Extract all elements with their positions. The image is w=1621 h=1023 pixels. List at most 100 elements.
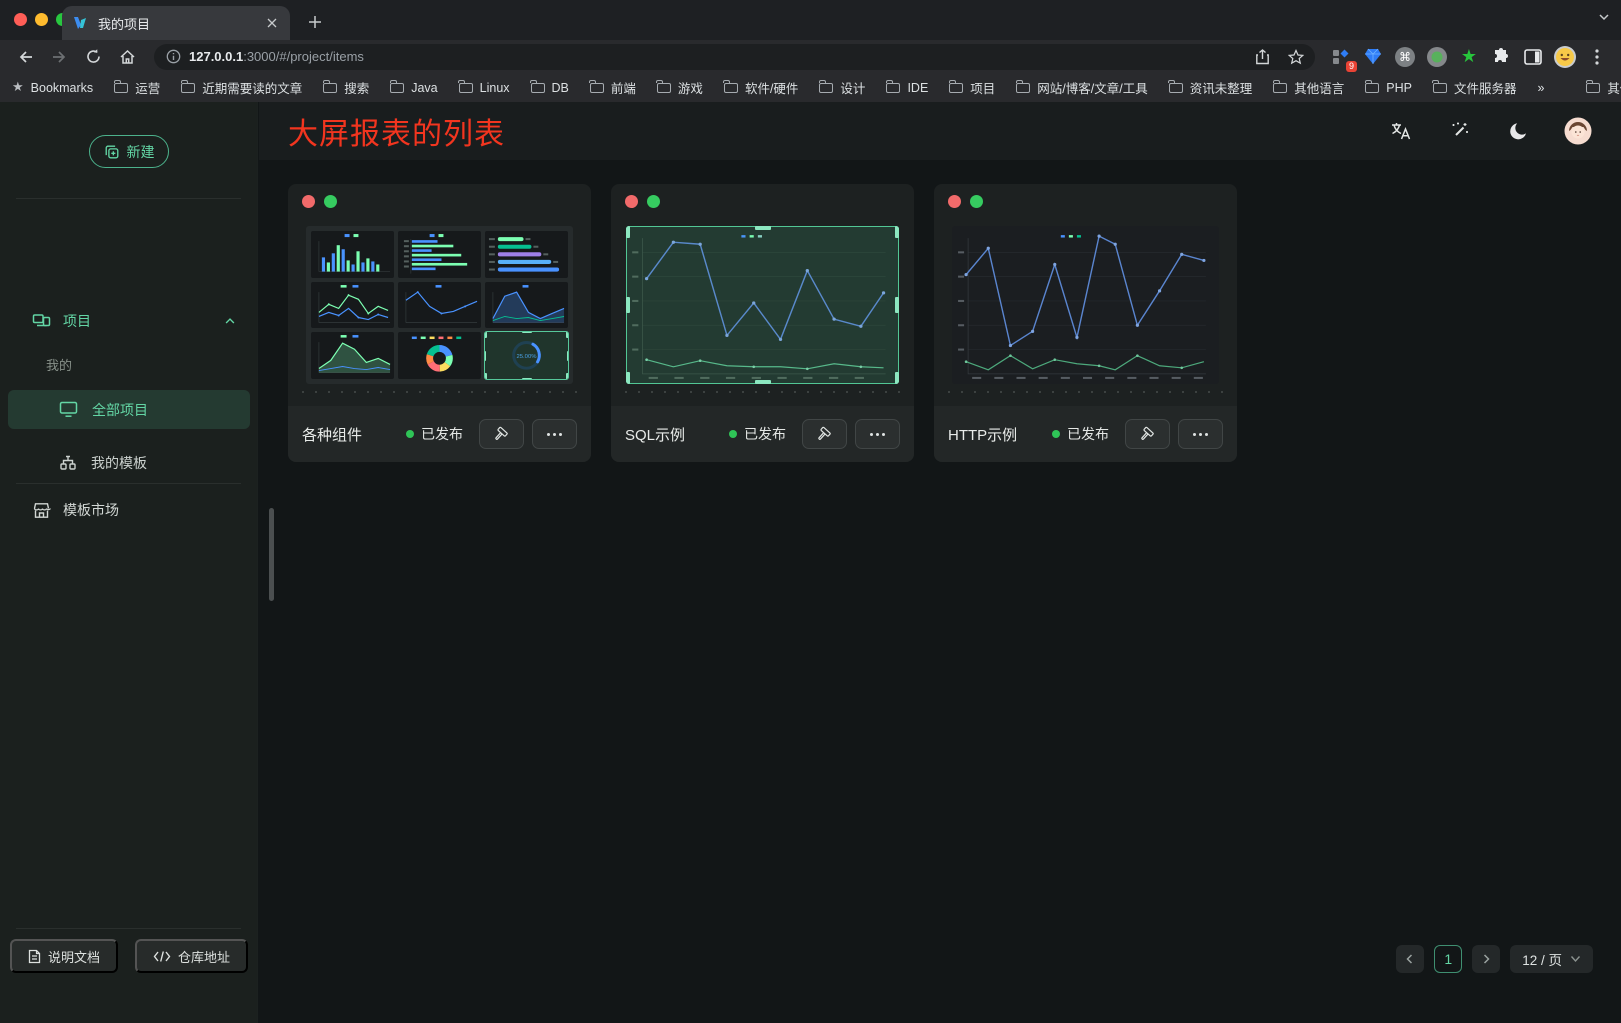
extension-green-star-icon[interactable]: ★ [1457,45,1481,69]
bookmark-label: 项目 [970,78,995,97]
back-icon[interactable] [12,44,38,70]
forward-icon[interactable] [46,44,72,70]
card-window-dots [948,195,983,208]
sidebar-item-template-market[interactable]: 模板市场 [0,492,258,528]
extensions-puzzle-icon[interactable] [1489,45,1513,69]
selection-handle [626,297,630,313]
project-icon [32,313,51,330]
side-panel-icon[interactable] [1521,45,1545,69]
reload-icon[interactable] [80,44,106,70]
next-page-button[interactable] [1472,945,1500,973]
site-favicon [72,16,89,31]
project-thumbnail[interactable]: 25.00% [306,226,573,384]
site-info-icon[interactable] [166,49,181,64]
bookmark-folder[interactable]: Linux [459,81,510,95]
ellipsis-icon [1193,433,1208,436]
edit-hammer-button[interactable] [1125,419,1170,449]
user-avatar[interactable] [1564,117,1592,145]
bookmark-folder[interactable]: 搜索 [323,78,369,97]
browser-tab[interactable]: 我的项目 [62,6,290,40]
home-icon[interactable] [114,44,140,70]
bookmark-folder[interactable]: 其他语言 [1273,78,1344,97]
project-card[interactable]: HTTP示例 已发布 [934,184,1237,462]
dark-mode-moon-icon[interactable] [1505,117,1533,145]
bookmark-folder[interactable]: 运营 [114,78,160,97]
mini-line-chart [398,282,481,329]
selection-handle [626,372,630,384]
sidebar-item-all-projects[interactable]: 全部项目 [8,390,250,429]
bookmark-folder[interactable]: PHP [1365,81,1412,95]
project-thumbnail[interactable] [626,226,899,384]
sidebar-group-projects[interactable]: 项目 [0,305,257,337]
goview-app: 新建 项目 我的 全 [0,102,1621,1023]
bookmark-label: 近期需要读的文章 [202,78,302,97]
more-actions-button[interactable] [532,419,577,449]
bookmark-folder[interactable]: 文件服务器 [1433,78,1517,97]
sidebar-item-my-templates[interactable]: 我的模板 [8,443,250,482]
folder-icon [590,83,604,93]
prev-page-button[interactable] [1396,945,1424,973]
folder-icon [1016,83,1030,93]
bookmark-label: Java [411,81,437,95]
repo-button-label: 仓库地址 [178,947,230,966]
extension-record-icon[interactable] [1425,45,1449,69]
folder-icon [657,83,671,93]
docs-button[interactable]: 说明文档 [10,939,118,973]
bookmark-folder[interactable]: 前端 [590,78,636,97]
edit-hammer-button[interactable] [802,419,847,449]
chevron-up-icon[interactable] [223,314,237,328]
browser-toolbar: 127.0.0.1:3000/#/project/items 9 [0,40,1621,73]
create-new-button[interactable]: 新建 [89,135,169,168]
close-window-button[interactable] [14,13,27,26]
content-scrollbar[interactable] [269,508,274,601]
more-actions-button[interactable] [855,419,900,449]
bookmarks-manager-item[interactable]: ★ Bookmarks [12,80,93,95]
profile-avatar-icon[interactable] [1553,45,1577,69]
sidebar-item-label: 全部项目 [92,400,148,420]
other-bookmarks-folder[interactable]: 其他书签 [1586,78,1621,97]
minimize-window-button[interactable] [35,13,48,26]
bookmark-folder[interactable]: 软件/硬件 [724,78,798,97]
project-card-list: 25.00% [288,184,1237,462]
card-window-dots [625,195,660,208]
extension-command-icon[interactable]: ⌘ [1393,45,1417,69]
folder-icon [1365,83,1379,93]
repo-button[interactable]: 仓库地址 [135,939,248,973]
new-tab-button[interactable] [302,9,328,35]
bookmark-folder[interactable]: DB [531,81,569,95]
bookmark-folder[interactable]: 近期需要读的文章 [181,78,302,97]
bookmark-folder[interactable]: Java [390,81,437,95]
language-translate-icon[interactable] [1387,117,1415,145]
tab-close-icon[interactable] [264,15,280,31]
address-bar[interactable]: 127.0.0.1:3000/#/project/items [154,44,1315,70]
page-size-select[interactable]: 12 / 页 [1510,945,1593,973]
project-card[interactable]: 25.00% [288,184,591,462]
browser-menu-icon[interactable] [1585,45,1609,69]
hammer-icon [1138,425,1157,444]
tab-search-icon[interactable] [1597,10,1611,29]
url-text: 127.0.0.1:3000/#/project/items [189,49,1241,64]
extension-blocks-icon[interactable]: 9 [1329,45,1353,69]
bookmark-folder[interactable]: IDE [886,81,928,95]
document-icon [28,949,41,964]
bookmark-folder[interactable]: 项目 [949,78,995,97]
status-badge: 已发布 [1052,424,1109,444]
bookmark-folder[interactable]: 设计 [819,78,865,97]
bookmarks-overflow-icon[interactable]: » [1537,81,1544,95]
edit-hammer-button[interactable] [479,419,524,449]
bookmark-folder[interactable]: 网站/博客/文章/工具 [1016,78,1147,97]
sidebar-divider [16,483,241,484]
bookmark-star-icon[interactable] [1283,44,1309,70]
share-icon[interactable] [1249,44,1275,70]
more-actions-button[interactable] [1178,419,1223,449]
project-thumbnail[interactable] [952,226,1219,384]
magic-wand-icon[interactable] [1446,117,1474,145]
extension-gem-icon[interactable] [1361,45,1385,69]
green-dot-icon [647,195,660,208]
bookmark-folder[interactable]: 资讯未整理 [1169,78,1253,97]
project-card[interactable]: SQL示例 已发布 [611,184,914,462]
group-label: 项目 [63,311,91,331]
bookmark-folder[interactable]: 游戏 [657,78,703,97]
red-dot-icon [302,195,315,208]
current-page-button[interactable]: 1 [1434,945,1462,973]
